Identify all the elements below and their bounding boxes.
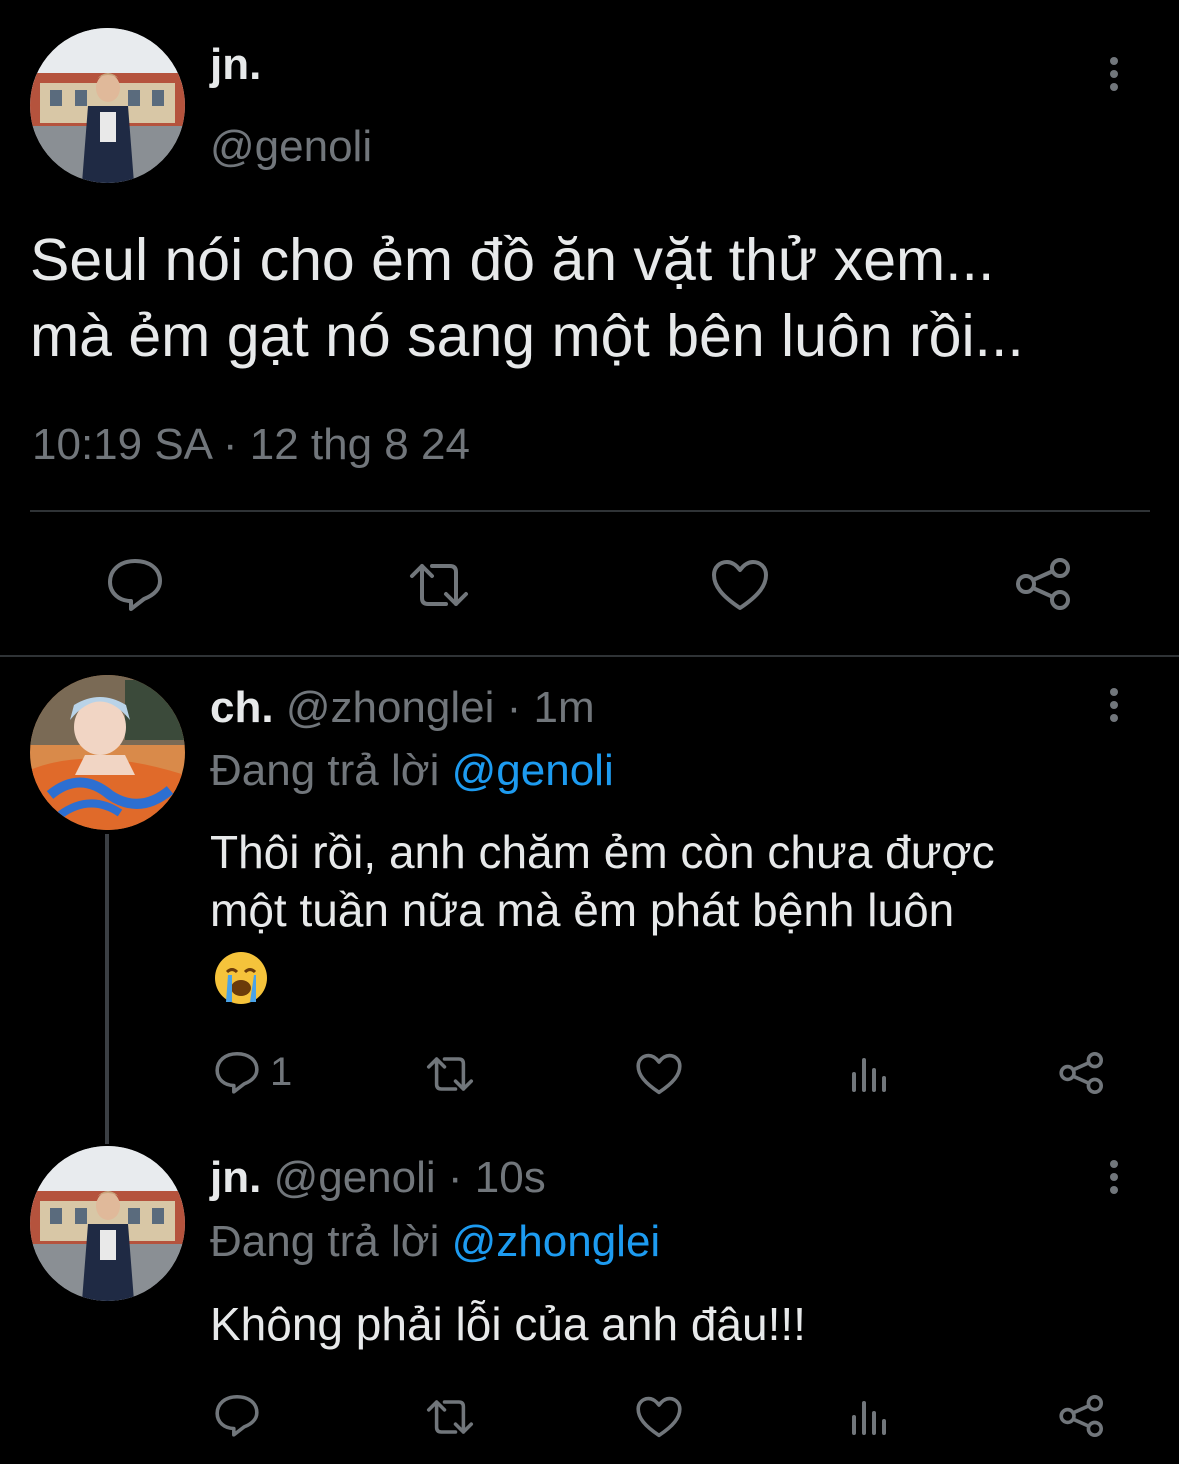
- like-icon[interactable]: [635, 1395, 683, 1439]
- replying-to: Đang trả lời @zhonglei: [210, 1217, 660, 1267]
- share-icon[interactable]: [1058, 1050, 1106, 1096]
- reply-text: Không phải lỗi của anh đâu!!!: [210, 1298, 806, 1350]
- retweet-icon[interactable]: [406, 560, 472, 610]
- share-icon[interactable]: [1014, 556, 1074, 612]
- time-ago[interactable]: 10s: [475, 1153, 546, 1202]
- handle[interactable]: @zhonglei: [286, 683, 495, 732]
- divider: [30, 510, 1150, 512]
- more-options-icon[interactable]: [1108, 1160, 1120, 1199]
- reply-icon[interactable]: [214, 1050, 260, 1094]
- display-name[interactable]: jn.: [210, 40, 261, 90]
- tweet-time: 10:19 SA: [32, 420, 211, 469]
- separator-dot: ·: [222, 420, 238, 469]
- display-name[interactable]: jn.: [210, 1153, 261, 1202]
- share-icon[interactable]: [1058, 1393, 1106, 1439]
- tweet-text-line-1: Seul nói cho ẻm đồ ăn vặt thử xem...: [30, 227, 995, 293]
- reply-text-line-2: một tuần nữa mà ẻm phát bệnh luôn: [210, 884, 955, 936]
- like-icon[interactable]: [710, 558, 770, 612]
- more-options-icon[interactable]: [1108, 688, 1120, 727]
- tweet-text: Seul nói cho ẻm đồ ăn vặt thử xem... mà …: [30, 222, 1024, 374]
- mention-link[interactable]: @genoli: [452, 746, 614, 795]
- views-icon[interactable]: [850, 1397, 890, 1435]
- like-icon[interactable]: [635, 1052, 683, 1096]
- tweet-date: 12 thg 8 24: [249, 420, 470, 469]
- time-ago[interactable]: 1m: [534, 683, 595, 732]
- reply-count: 1: [270, 1050, 293, 1094]
- more-options-icon[interactable]: [1108, 57, 1120, 96]
- separator-dot: ·: [506, 683, 522, 732]
- handle[interactable]: @genoli: [210, 122, 372, 172]
- timestamp[interactable]: 10:19 SA · 12 thg 8 24: [32, 420, 470, 470]
- replying-to-label: Đang trả lời: [210, 746, 440, 795]
- retweet-icon[interactable]: [424, 1397, 476, 1437]
- views-icon[interactable]: [850, 1054, 890, 1092]
- crying-emoji: [212, 950, 270, 1006]
- section-divider: [0, 655, 1179, 657]
- retweet-icon[interactable]: [424, 1054, 476, 1094]
- avatar-genoli[interactable]: [30, 1146, 185, 1301]
- avatar-zhonglei[interactable]: [30, 675, 185, 830]
- avatar-genoli[interactable]: [30, 28, 185, 183]
- reply-icon[interactable]: [106, 557, 164, 611]
- reply-1-header: ch. @zhonglei · 1m: [210, 683, 595, 733]
- reply-icon[interactable]: [214, 1393, 260, 1437]
- reply-text: Thôi rồi, anh chăm ẻm còn chưa được một …: [210, 823, 995, 939]
- tweet-text-line-2: mà ẻm gạt nó sang một bên luôn rồi...: [30, 303, 1024, 369]
- separator-dot: ·: [447, 1153, 463, 1202]
- replying-to-label: Đang trả lời: [210, 1217, 440, 1266]
- replying-to: Đang trả lời @genoli: [210, 746, 614, 796]
- mention-link[interactable]: @zhonglei: [452, 1217, 661, 1266]
- thread-line: [105, 834, 109, 1144]
- reply-text-line-1: Thôi rồi, anh chăm ẻm còn chưa được: [210, 826, 995, 878]
- reply-2-header: jn. @genoli · 10s: [210, 1153, 546, 1203]
- display-name[interactable]: ch.: [210, 683, 274, 732]
- handle[interactable]: @genoli: [274, 1153, 436, 1202]
